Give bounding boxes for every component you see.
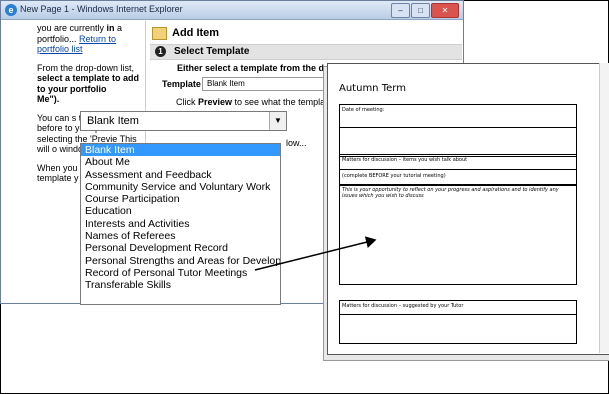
tutor-label: Matters for discussion – suggested by yo… [342,303,464,309]
dropdown-option[interactable]: Education [81,205,280,217]
date-label: Date of meeting: [342,107,385,113]
divider [339,127,577,128]
title-bar: e New Page 1 - Windows Internet Explorer… [1,1,463,20]
dropdown-option[interactable]: Course Participation [81,193,280,205]
dropdown-selected-value: Blank Item [87,115,139,127]
step-number-badge: 1 [155,46,166,57]
help-para-1: you are currently in a portfolio... Retu… [37,23,123,54]
dropdown-option[interactable]: Blank Item [81,144,280,157]
tutor-box: Matters for discussion – suggested by yo… [339,300,577,344]
folder-icon [152,27,167,40]
instruction-tail: low... [286,138,307,148]
dropdown-option[interactable]: Transferable Skills [81,279,280,291]
matters-label: Matters for discussion – items you wish … [342,157,468,163]
page-title: Add Item [172,27,220,39]
dropdown-option[interactable]: Personal Strengths and Areas for Develop… [81,255,280,267]
dropdown-option[interactable]: Personal Development Record [81,242,280,254]
reflection-box: This is your opportunity to reflect on y… [339,184,577,285]
help-para-2: From the drop-down list, select a templa… [37,62,140,105]
complete-label: (complete BEFORE your tutorial meeting) [342,173,446,179]
ie-logo-icon: e [5,4,17,16]
dropdown-option[interactable]: Record of Personal Tutor Meetings [81,267,280,279]
section-title: Select Template [174,46,250,57]
maximize-button[interactable]: □ [411,3,430,18]
dropdown-option[interactable]: Names of Referees [81,230,280,242]
chevron-down-icon[interactable]: ▼ [269,112,286,130]
divider [339,169,577,170]
minimize-button[interactable]: – [391,3,410,18]
dropdown-list[interactable]: Blank Item About Me Assessment and Feedb… [80,143,281,305]
reflection-hint: This is your opportunity to reflect on y… [342,187,559,199]
template-dropdown[interactable]: Blank Item ▼ [80,111,287,131]
dropdown-option[interactable]: Community Service and Voluntary Work [81,181,280,193]
dropdown-option[interactable]: About Me [81,156,280,168]
matters-box: Matters for discussion – items you wish … [339,154,577,186]
window-title: New Page 1 - Windows Internet Explorer [20,4,183,14]
date-box: Date of meeting: [339,104,577,157]
close-button[interactable]: ✕ [431,3,459,18]
dropdown-option[interactable]: Interests and Activities [81,218,280,230]
doc-title: Autumn Term [339,83,406,94]
divider [339,314,577,315]
dropdown-option[interactable]: Assessment and Feedback [81,169,280,181]
preview-scrollbar[interactable] [599,63,609,353]
template-label: Template [162,79,201,89]
